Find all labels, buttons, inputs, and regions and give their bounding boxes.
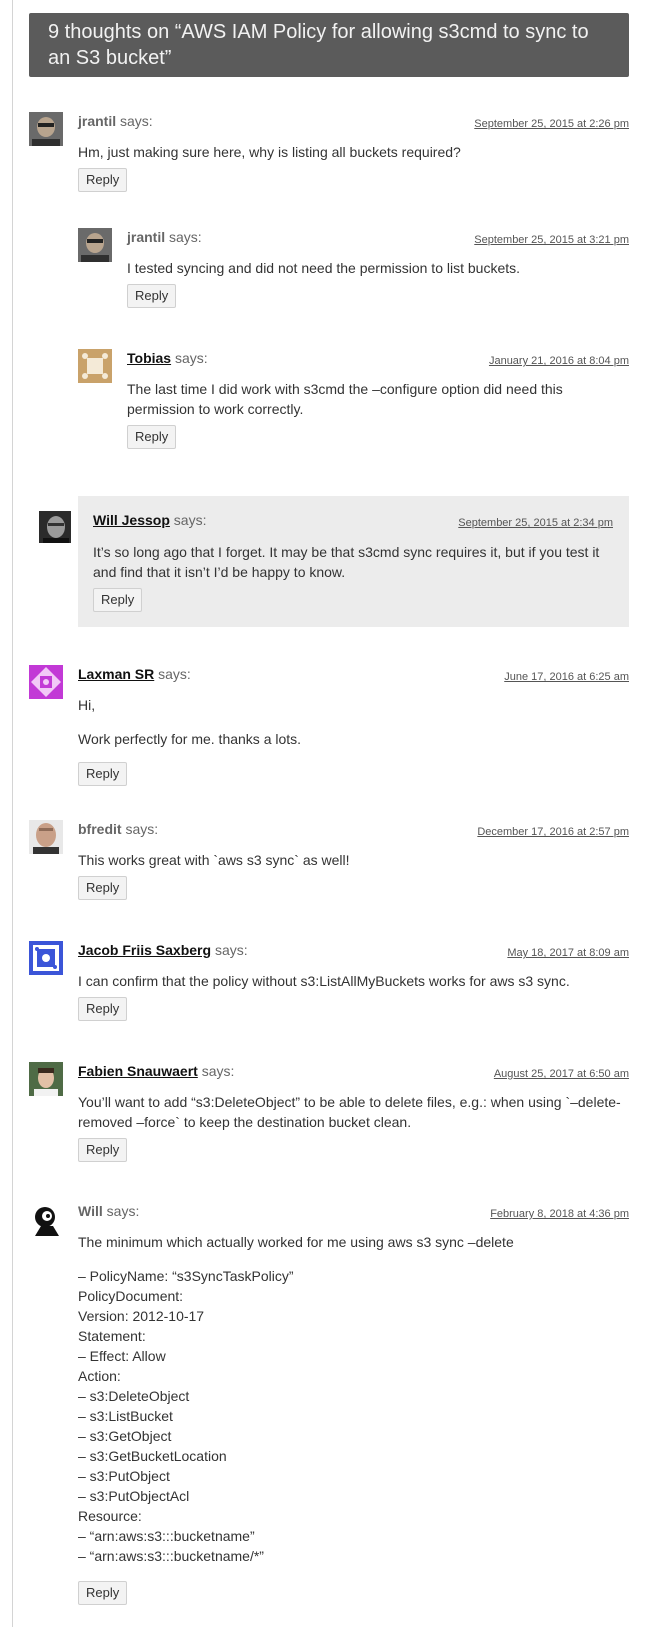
policy-line: – s3:PutObject	[78, 1468, 170, 1484]
says-label: says:	[214, 942, 248, 958]
comment-author: Will	[78, 1203, 103, 1219]
comment-author: jrantil	[78, 113, 117, 129]
comment-3: Tobias says: January 21, 2016 at 8:04 pm…	[78, 349, 629, 459]
comment-date-link[interactable]: August 25, 2017 at 6:50 am	[494, 1065, 629, 1083]
avatar	[39, 511, 71, 543]
avatar	[29, 112, 63, 146]
policy-line: – s3:GetBucketLocation	[78, 1448, 227, 1464]
comment-7: Jacob Friis Saxberg says: May 18, 2017 a…	[29, 941, 629, 1027]
reply-button[interactable]: Reply	[78, 762, 128, 786]
reply-button[interactable]: Reply	[78, 1581, 128, 1605]
reply-button[interactable]: Reply	[127, 284, 177, 308]
comment-6: bfredit says: December 17, 2016 at 2:57 …	[29, 820, 629, 906]
comment-author-link[interactable]: Laxman SR	[78, 666, 154, 682]
comment-author-link[interactable]: Will Jessop	[93, 512, 170, 528]
comment-date-link[interactable]: September 25, 2015 at 2:34 pm	[458, 514, 613, 532]
comment-4: Will Jessop says: September 25, 2015 at …	[39, 496, 629, 627]
reply-button[interactable]: Reply	[78, 997, 128, 1021]
says-label: says:	[201, 1063, 235, 1079]
comment-author: jrantil	[127, 229, 166, 245]
avatar	[29, 1202, 63, 1236]
comment-paragraph: The minimum which actually worked for me…	[78, 1234, 514, 1250]
says-label: says:	[158, 666, 191, 682]
comment-8: Fabien Snauwaert says: August 25, 2017 a…	[29, 1062, 629, 1168]
reply-button[interactable]: Reply	[78, 876, 128, 900]
comment-date-link[interactable]: February 8, 2018 at 4:36 pm	[490, 1205, 629, 1223]
policy-line: – s3:DeleteObject	[78, 1388, 190, 1404]
avatar	[78, 228, 112, 262]
policy-line: – s3:GetObject	[78, 1428, 172, 1444]
says-label: says:	[106, 1203, 140, 1219]
comment-date-link[interactable]: September 25, 2015 at 3:21 pm	[474, 231, 629, 249]
comment-meta: Tobias says:	[127, 349, 208, 367]
comment-text: Hm, just making sure here, why is listin…	[78, 144, 461, 160]
policy-line: Statement:	[78, 1328, 146, 1344]
says-label: says:	[120, 113, 153, 129]
comment-text: It’s so long ago that I forget. It may b…	[93, 544, 600, 580]
comment-meta: Fabien Snauwaert says:	[78, 1062, 234, 1080]
comment-5: Laxman SR says: June 17, 2016 at 6:25 am…	[29, 665, 629, 786]
comment-2: jrantil says: September 25, 2015 at 3:21…	[78, 228, 629, 314]
reply-button[interactable]: Reply	[127, 425, 177, 449]
says-label: says:	[174, 350, 208, 366]
comment-author-link[interactable]: Jacob Friis Saxberg	[78, 942, 211, 958]
comment-1: jrantil says: September 25, 2015 at 2:26…	[29, 112, 629, 198]
reply-button[interactable]: Reply	[78, 168, 128, 192]
reply-button[interactable]: Reply	[78, 1138, 128, 1162]
comment-meta: Will says:	[78, 1202, 139, 1220]
says-label: says:	[169, 229, 202, 245]
comment-meta: bfredit says:	[78, 820, 158, 838]
policy-line: – “arn:aws:s3:::bucketname/*”	[78, 1548, 264, 1564]
policy-line: Resource:	[78, 1508, 142, 1524]
comment-text: The last time I did work with s3cmd the …	[127, 381, 563, 417]
left-border	[12, 0, 13, 1627]
comment-date-link[interactable]: December 17, 2016 at 2:57 pm	[477, 823, 629, 841]
comment-date-link[interactable]: September 25, 2015 at 2:26 pm	[474, 115, 629, 133]
comment-meta: jrantil says:	[78, 112, 153, 130]
says-label: says:	[125, 821, 159, 837]
comment-author-link[interactable]: Tobias	[127, 350, 171, 366]
says-label: says:	[173, 512, 207, 528]
policy-line: – “arn:aws:s3:::bucketname”	[78, 1528, 255, 1544]
comment-meta: Jacob Friis Saxberg says:	[78, 941, 248, 959]
comment-text: I tested syncing and did not need the pe…	[127, 260, 521, 276]
comment-text: I can confirm that the policy without s3…	[78, 973, 570, 989]
comments-title: 9 thoughts on “AWS IAM Policy for allowi…	[29, 13, 629, 77]
comment-author-link[interactable]: Fabien Snauwaert	[78, 1063, 198, 1079]
policy-line: – s3:ListBucket	[78, 1408, 173, 1424]
avatar	[78, 349, 112, 383]
comment-text: The minimum which actually worked for me…	[78, 1232, 629, 1566]
comment-author: bfredit	[78, 821, 122, 837]
policy-line: – Effect: Allow	[78, 1348, 166, 1364]
comment-9: Will says: February 8, 2018 at 4:36 pm T…	[29, 1202, 629, 1612]
comment-paragraph: Hi,	[78, 697, 96, 713]
comment-date-link[interactable]: May 18, 2017 at 8:09 am	[507, 944, 629, 962]
policy-line: Version: 2012-10-17	[78, 1308, 205, 1324]
policy-line: – s3:PutObjectAcl	[78, 1488, 190, 1504]
comment-paragraph: Work perfectly for me. thanks a lots.	[78, 731, 302, 747]
policy-lines: – PolicyName: “s3SyncTaskPolicy” PolicyD…	[78, 1266, 629, 1566]
avatar	[29, 941, 63, 975]
comment-text: Hi, Work perfectly for me. thanks a lots…	[78, 695, 629, 763]
comment-date-link[interactable]: June 17, 2016 at 6:25 am	[504, 668, 629, 686]
policy-line: PolicyDocument:	[78, 1288, 184, 1304]
comment-date-link[interactable]: January 21, 2016 at 8:04 pm	[489, 352, 629, 370]
policy-line: Action:	[78, 1368, 121, 1384]
comment-meta: jrantil says:	[127, 228, 202, 246]
comment-text: This works great with `aws s3 sync` as w…	[78, 852, 350, 868]
comment-meta: Laxman SR says:	[78, 665, 191, 683]
policy-line: – PolicyName: “s3SyncTaskPolicy”	[78, 1268, 294, 1284]
avatar	[29, 1062, 63, 1096]
comment-text: You’ll want to add “s3:DeleteObject” to …	[78, 1094, 621, 1130]
reply-button[interactable]: Reply	[93, 588, 143, 612]
avatar	[29, 665, 63, 699]
comment-meta: Will Jessop says:	[93, 511, 206, 529]
avatar	[29, 820, 63, 854]
